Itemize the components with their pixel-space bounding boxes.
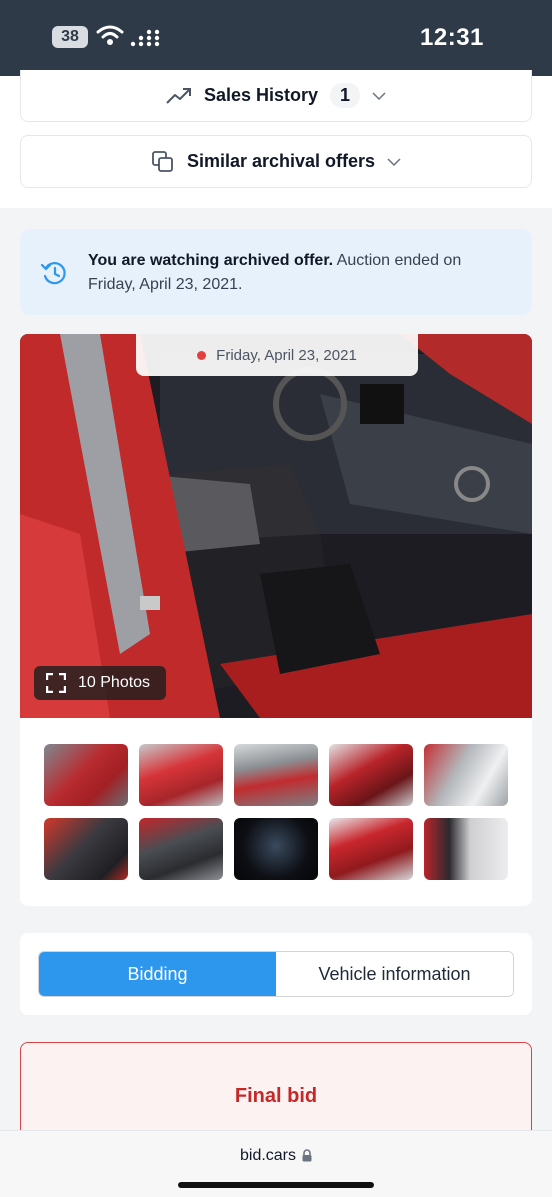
final-bid-title: Final bid: [234, 1085, 318, 1107]
photo-thumbnail[interactable]: [329, 818, 413, 880]
photos-count-button[interactable]: 10 Photos: [34, 666, 166, 700]
photos-count-label: 10 Photos: [78, 674, 151, 691]
lock-icon: [302, 1149, 312, 1162]
photo-thumbnail[interactable]: [424, 744, 508, 806]
sales-history-button[interactable]: Sales History 1: [20, 70, 532, 122]
similar-offers-button[interactable]: Similar archival offers: [20, 135, 532, 188]
archived-notice: You are watching archived offer. Auction…: [20, 229, 532, 315]
photo-thumbnail[interactable]: [44, 744, 128, 806]
photo-gallery: Friday, April 23, 2021 10 Photos: [20, 334, 532, 906]
sales-history-label: Sales History: [203, 85, 319, 105]
tab-vehicle-information[interactable]: Vehicle information: [276, 952, 513, 996]
notice-text: You are watching archived offer. Auction…: [88, 249, 508, 297]
chevron-down-icon: [372, 91, 386, 100]
tabs-card: Bidding Vehicle information: [20, 933, 532, 1015]
similar-offers-label: Similar archival offers: [186, 151, 376, 171]
browser-url-bar[interactable]: bid.cars: [0, 1130, 552, 1197]
status-dot: [197, 350, 207, 360]
tab-bar: Bidding Vehicle information: [38, 951, 514, 997]
home-indicator: [178, 1182, 374, 1188]
main-photo[interactable]: Friday, April 23, 2021 10 Photos: [20, 334, 532, 718]
auction-date-chip: Friday, April 23, 2021: [136, 334, 418, 376]
photo-thumbnail[interactable]: [139, 744, 223, 806]
tab-bidding[interactable]: Bidding: [39, 952, 276, 996]
clock: 12:31: [420, 24, 484, 51]
sales-history-count: 1: [330, 83, 361, 108]
photo-thumbnail[interactable]: [234, 744, 318, 806]
car-interior-image: [20, 334, 532, 718]
photo-thumbnail[interactable]: [139, 818, 223, 880]
copy-icon: [152, 150, 173, 172]
photo-thumbnail[interactable]: [234, 818, 318, 880]
battery-indicator: 38: [52, 26, 88, 48]
history-icon: [40, 262, 66, 285]
trend-up-icon: [166, 87, 191, 104]
cellular-signal-icon: [130, 29, 160, 47]
notice-bold: You are watching archived offer.: [88, 252, 334, 269]
photo-thumbnail[interactable]: [44, 818, 128, 880]
url-display: bid.cars: [0, 1147, 552, 1165]
chevron-down-icon: [387, 157, 401, 166]
photo-thumbnail[interactable]: [329, 744, 413, 806]
fullscreen-icon: [46, 673, 66, 693]
auction-date: Friday, April 23, 2021: [216, 346, 357, 364]
wifi-icon: [96, 25, 124, 45]
url-text: bid.cars: [239, 1147, 297, 1164]
status-bar: 38 12:31: [0, 0, 552, 76]
photo-thumbnail[interactable]: [424, 818, 508, 880]
